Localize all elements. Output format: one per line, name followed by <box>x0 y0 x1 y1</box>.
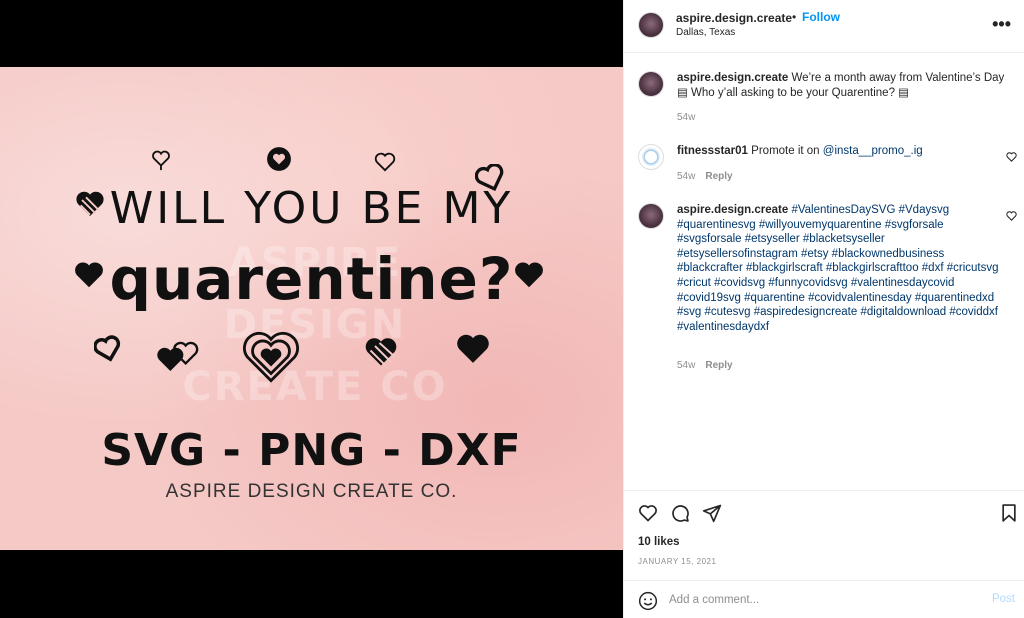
outline-heart-icon <box>374 152 396 172</box>
post-image[interactable]: ASPIRE DESIGN CREATE CO WILL YOU BE MY q… <box>0 67 623 550</box>
avatar[interactable] <box>638 144 664 170</box>
comment-body: aspire.design.create #ValentinesDaySVG #… <box>677 203 1007 334</box>
outline-heart-icon <box>94 335 121 362</box>
image-headline: WILL YOU BE MY <box>109 183 514 234</box>
reply-button[interactable]: Reply <box>705 360 732 371</box>
comment-username[interactable]: fitnessstar01 <box>677 145 748 157</box>
mention-link[interactable]: @insta__promo_.ig <box>823 145 923 157</box>
comment-input[interactable] <box>669 589 969 611</box>
header-username[interactable]: aspire.design.create <box>676 11 792 25</box>
heart-outline-icon[interactable] <box>1006 152 1017 162</box>
more-options-icon[interactable]: ••• <box>992 14 1011 35</box>
save-icon[interactable] <box>999 503 1019 523</box>
reply-button[interactable]: Reply <box>705 171 732 182</box>
image-title: quarentine? <box>109 245 514 313</box>
share-icon[interactable] <box>702 503 722 523</box>
post-media[interactable]: ASPIRE DESIGN CREATE CO WILL YOU BE MY q… <box>0 0 623 618</box>
comment-username[interactable]: aspire.design.create <box>677 204 788 216</box>
comments-list[interactable]: aspire.design.create We’re a month away … <box>624 53 1024 490</box>
caption-meta: 54w <box>677 112 695 123</box>
concentric-heart-icon <box>242 332 300 383</box>
heart-outline-icon[interactable] <box>1006 211 1017 221</box>
avatar[interactable] <box>638 203 664 229</box>
avatar[interactable] <box>638 71 664 97</box>
follow-button[interactable]: Follow <box>802 10 840 24</box>
caption-time[interactable]: 54w <box>677 112 695 123</box>
circle-heart-icon <box>267 147 291 171</box>
location-link[interactable]: Dallas, Texas <box>676 27 735 38</box>
separator-dot: • <box>792 10 797 24</box>
solid-heart-icon <box>457 334 489 363</box>
comment-meta: 54w Reply <box>677 360 733 371</box>
avatar[interactable] <box>638 12 664 38</box>
caption-body: aspire.design.create We’re a month away … <box>677 71 1007 100</box>
likes-count[interactable]: 10 likes <box>638 536 680 548</box>
post-actions: 10 likes JANUARY 15, 2021 <box>624 490 1024 580</box>
add-comment-bar: Post <box>624 580 1024 618</box>
post-button[interactable]: Post <box>992 593 1015 605</box>
like-icon[interactable] <box>638 503 658 523</box>
comment-meta: 54w Reply <box>677 171 733 182</box>
comment-time[interactable]: 54w <box>677 171 695 182</box>
emoji-icon[interactable] <box>638 591 658 611</box>
post-header: aspire.design.create • Follow Dallas, Te… <box>624 0 1024 53</box>
hashtags[interactable]: #ValentinesDaySVG #Vdaysvg #quarentinesv… <box>677 204 999 333</box>
caption-username[interactable]: aspire.design.create <box>677 72 788 84</box>
striped-heart-icon <box>365 338 397 367</box>
post-date[interactable]: JANUARY 15, 2021 <box>638 557 716 566</box>
comment-time[interactable]: 54w <box>677 360 695 371</box>
image-formats: SVG - PNG - DXF <box>101 425 522 476</box>
image-brand: ASPIRE DESIGN CREATE CO. <box>165 481 458 502</box>
comment-icon[interactable] <box>670 503 690 523</box>
comment-body: fitnessstar01 Promote it on @insta__prom… <box>677 144 1007 159</box>
double-heart-icon <box>157 341 199 372</box>
post-side-panel: aspire.design.create • Follow Dallas, Te… <box>623 0 1024 618</box>
balloon-heart-icon <box>152 150 170 171</box>
comment-text: Promote it on <box>751 145 823 157</box>
